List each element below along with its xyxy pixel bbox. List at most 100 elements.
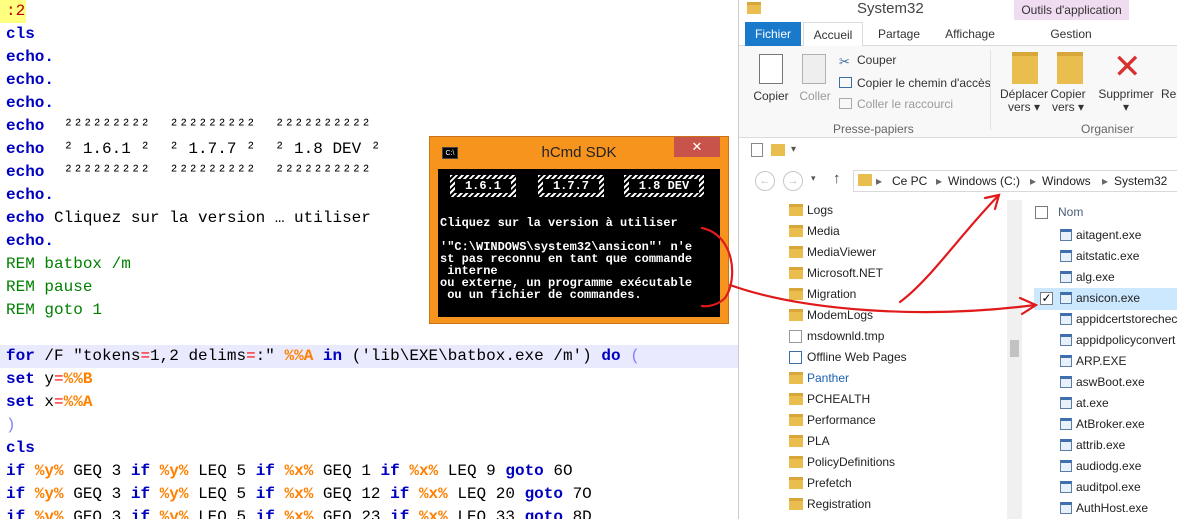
code-line-20[interactable]: cls	[6, 437, 35, 460]
hcmd-sdk-window[interactable]: C:\ hCmd SDK ✕ 1.6.1 1.7.7 1.8 DEV Cliqu…	[429, 136, 729, 324]
folder-icon	[789, 477, 803, 489]
code-line-14[interactable]: REM goto 1	[6, 299, 102, 322]
tree-item[interactable]: PLA	[789, 431, 830, 452]
copier-button[interactable]: Copier	[751, 90, 791, 103]
file-explorer-window[interactable]: System32 Outils d'application Fichier Ac…	[738, 0, 1177, 519]
tree-item[interactable]: msdownld.tmp	[789, 326, 884, 347]
ribbon-tabs: Fichier Accueil Partage Affichage Gestio…	[739, 22, 1177, 47]
file-item[interactable]: at.exe	[1060, 393, 1109, 414]
file-item[interactable]: AuthHost.exe	[1060, 498, 1148, 519]
column-header-nom[interactable]: Nom	[1058, 202, 1083, 223]
couper-button[interactable]: Couper	[857, 51, 896, 69]
code-line-16[interactable]: for /F "tokens=1,2 delims=:" %%A in ('li…	[6, 345, 640, 368]
code-line-23[interactable]: if %y% GEQ 3 if %y% LEQ 5 if %x% GEQ 23 …	[6, 506, 592, 519]
supprimer-button[interactable]: Supprimer ▾	[1095, 88, 1157, 114]
tree-item[interactable]: ModemLogs	[789, 305, 873, 326]
breadcrumb-windows[interactable]: Windows	[1042, 174, 1091, 188]
tree-item[interactable]: Microsoft.NET	[789, 263, 883, 284]
deplacer-vers-button[interactable]: Déplacer vers ▾	[997, 88, 1051, 114]
code-line-2[interactable]: cls	[6, 23, 35, 46]
code-line-6[interactable]: echo ²²²²²²²²² ²²²²²²²²² ²²²²²²²²²²	[6, 115, 371, 138]
address-bar[interactable]: ▸ Ce PC ▸ Windows (C:) ▸ Windows ▸ Syste…	[853, 170, 1177, 192]
tab-accueil[interactable]: Accueil	[803, 22, 863, 47]
new-folder-icon[interactable]	[771, 144, 785, 156]
tree-item[interactable]: Registration	[789, 494, 871, 515]
code-line-12[interactable]: REM batbox /m	[6, 253, 131, 276]
tab-gestion[interactable]: Gestion	[1019, 22, 1123, 46]
tab-fichier[interactable]: Fichier	[745, 22, 801, 46]
tree-scrollbar[interactable]	[1007, 200, 1022, 519]
tree-item[interactable]: Panther	[789, 368, 849, 389]
file-item[interactable]: auditpol.exe	[1060, 477, 1141, 498]
code-line-9[interactable]: echo.	[6, 184, 54, 207]
code-line-17[interactable]: set y=%%B	[6, 368, 92, 391]
copier-vers-button[interactable]: Copier vers ▾	[1045, 88, 1091, 114]
select-all-checkbox[interactable]	[1035, 206, 1048, 219]
code-line-22[interactable]: if %y% GEQ 3 if %y% LEQ 5 if %x% GEQ 12 …	[6, 483, 592, 506]
folder-icon	[789, 498, 803, 510]
forward-arrow-icon[interactable]: →	[783, 171, 803, 191]
file-item[interactable]: aswBoot.exe	[1060, 372, 1145, 393]
close-button[interactable]: ✕	[674, 137, 720, 157]
breadcrumb-ce-pc[interactable]: Ce PC	[892, 174, 927, 188]
tree-item[interactable]: Performance	[789, 410, 876, 431]
up-arrow-icon[interactable]: ↑	[833, 170, 841, 187]
tree-item[interactable]: MediaViewer	[789, 242, 876, 263]
code-line-8[interactable]: echo ²²²²²²²²² ²²²²²²²²² ²²²²²²²²²²	[6, 161, 371, 184]
code-line-4[interactable]: echo.	[6, 69, 54, 92]
tree-item[interactable]: PCHEALTH	[789, 389, 870, 410]
copy-path-icon	[839, 77, 852, 88]
coller-button[interactable]: Coller	[795, 90, 835, 103]
code-line-19[interactable]: )	[6, 414, 16, 437]
file-item[interactable]: AtBroker.exe	[1060, 414, 1145, 435]
copy-path-button[interactable]: Copier le chemin d'accès	[857, 74, 991, 92]
code-line-18[interactable]: set x=%%A	[6, 391, 92, 414]
code-line-11[interactable]: echo.	[6, 230, 54, 253]
file-item[interactable]: appidpolicyconvert	[1060, 330, 1175, 351]
code-line-1[interactable]: :2	[6, 0, 25, 23]
code-line-10[interactable]: echo Cliquez sur la version … utiliser	[6, 207, 371, 230]
file-item[interactable]: ARP.EXE	[1060, 351, 1126, 372]
code-line-21[interactable]: if %y% GEQ 3 if %y% LEQ 5 if %x% GEQ 1 i…	[6, 460, 573, 483]
file-item[interactable]: aitstatic.exe	[1060, 246, 1139, 267]
file-item[interactable]: alg.exe	[1060, 267, 1115, 288]
qat-dropdown-icon[interactable]: ▾	[791, 144, 796, 155]
version-button-161[interactable]: 1.6.1	[450, 175, 516, 197]
version-button-177[interactable]: 1.7.7	[538, 175, 604, 197]
renommer-button[interactable]: Ren	[1161, 88, 1177, 101]
code-line-5[interactable]: echo.	[6, 92, 54, 115]
code-line-13[interactable]: REM pause	[6, 276, 92, 299]
paste-shortcut-button[interactable]: Coller le raccourci	[857, 95, 953, 113]
tab-partage[interactable]: Partage	[869, 22, 929, 46]
file-checkbox-checked[interactable]: ✓	[1040, 292, 1053, 305]
exe-icon	[1060, 376, 1072, 388]
exe-icon	[1060, 439, 1072, 451]
breadcrumb-windows-c[interactable]: Windows (C:)	[948, 174, 1020, 188]
exe-icon	[1060, 313, 1072, 325]
scrollbar-thumb[interactable]	[1010, 340, 1019, 357]
breadcrumb-system32[interactable]: System32	[1114, 174, 1167, 188]
tree-item[interactable]: PolicyDefinitions	[789, 452, 895, 473]
tree-item[interactable]: Prefetch	[789, 473, 852, 494]
file-item[interactable]: appidcertstorechec	[1060, 309, 1177, 330]
exe-icon	[1060, 460, 1072, 472]
code-line-3[interactable]: echo.	[6, 46, 54, 69]
tree-item[interactable]: Offline Web Pages	[789, 347, 907, 368]
file-item[interactable]: attrib.exe	[1060, 435, 1125, 456]
recent-dropdown-icon[interactable]: ▾	[811, 173, 816, 184]
console-output[interactable]: 1.6.1 1.7.7 1.8 DEV Cliquez sur la versi…	[438, 169, 720, 317]
tab-affichage[interactable]: Affichage	[935, 22, 1005, 46]
exe-icon	[1060, 502, 1072, 514]
console-line: Cliquez sur la version à utiliser	[440, 216, 678, 230]
file-item-selected[interactable]: ansicon.exe	[1060, 288, 1140, 309]
tree-item[interactable]: Media	[789, 221, 840, 242]
tree-item[interactable]: Logs	[789, 200, 833, 221]
code-line-7[interactable]: echo ² 1.6.1 ² ² 1.7.7 ² ² 1.8 DEV ²	[6, 138, 380, 161]
back-arrow-icon[interactable]: ←	[755, 171, 775, 191]
tree-item[interactable]: Migration	[789, 284, 856, 305]
version-button-18dev[interactable]: 1.8 DEV	[624, 175, 704, 197]
file-item[interactable]: audiodg.exe	[1060, 456, 1141, 477]
properties-icon[interactable]	[751, 143, 763, 157]
file-item[interactable]: aitagent.exe	[1060, 225, 1141, 246]
breadcrumb-separator: ▸	[876, 174, 883, 188]
